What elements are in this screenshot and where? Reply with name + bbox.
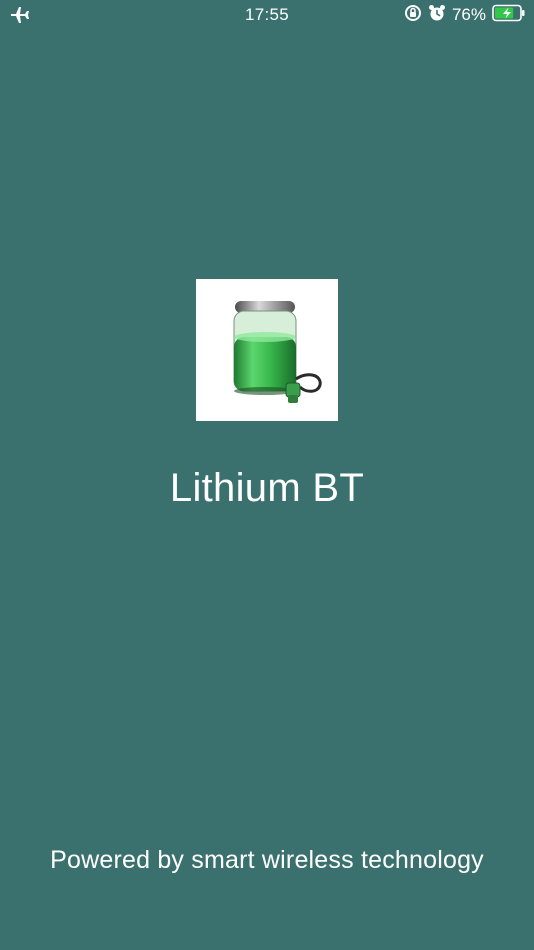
powered-by-text: Powered by smart wireless technology	[50, 846, 484, 874]
battery-charging-logo-icon	[233, 301, 322, 403]
alarm-icon	[428, 4, 446, 27]
rotation-lock-icon	[404, 4, 422, 27]
splash-screen: 17:55 76% Lithium BT Powered by smart wi…	[0, 0, 534, 950]
status-right-group: 76%	[404, 4, 526, 26]
status-bar: 17:55 76%	[0, 0, 534, 30]
battery-charging-icon	[492, 4, 526, 27]
app-logo	[196, 279, 338, 421]
battery-percent: 76%	[451, 5, 486, 24]
app-title: Lithium BT	[169, 466, 365, 510]
